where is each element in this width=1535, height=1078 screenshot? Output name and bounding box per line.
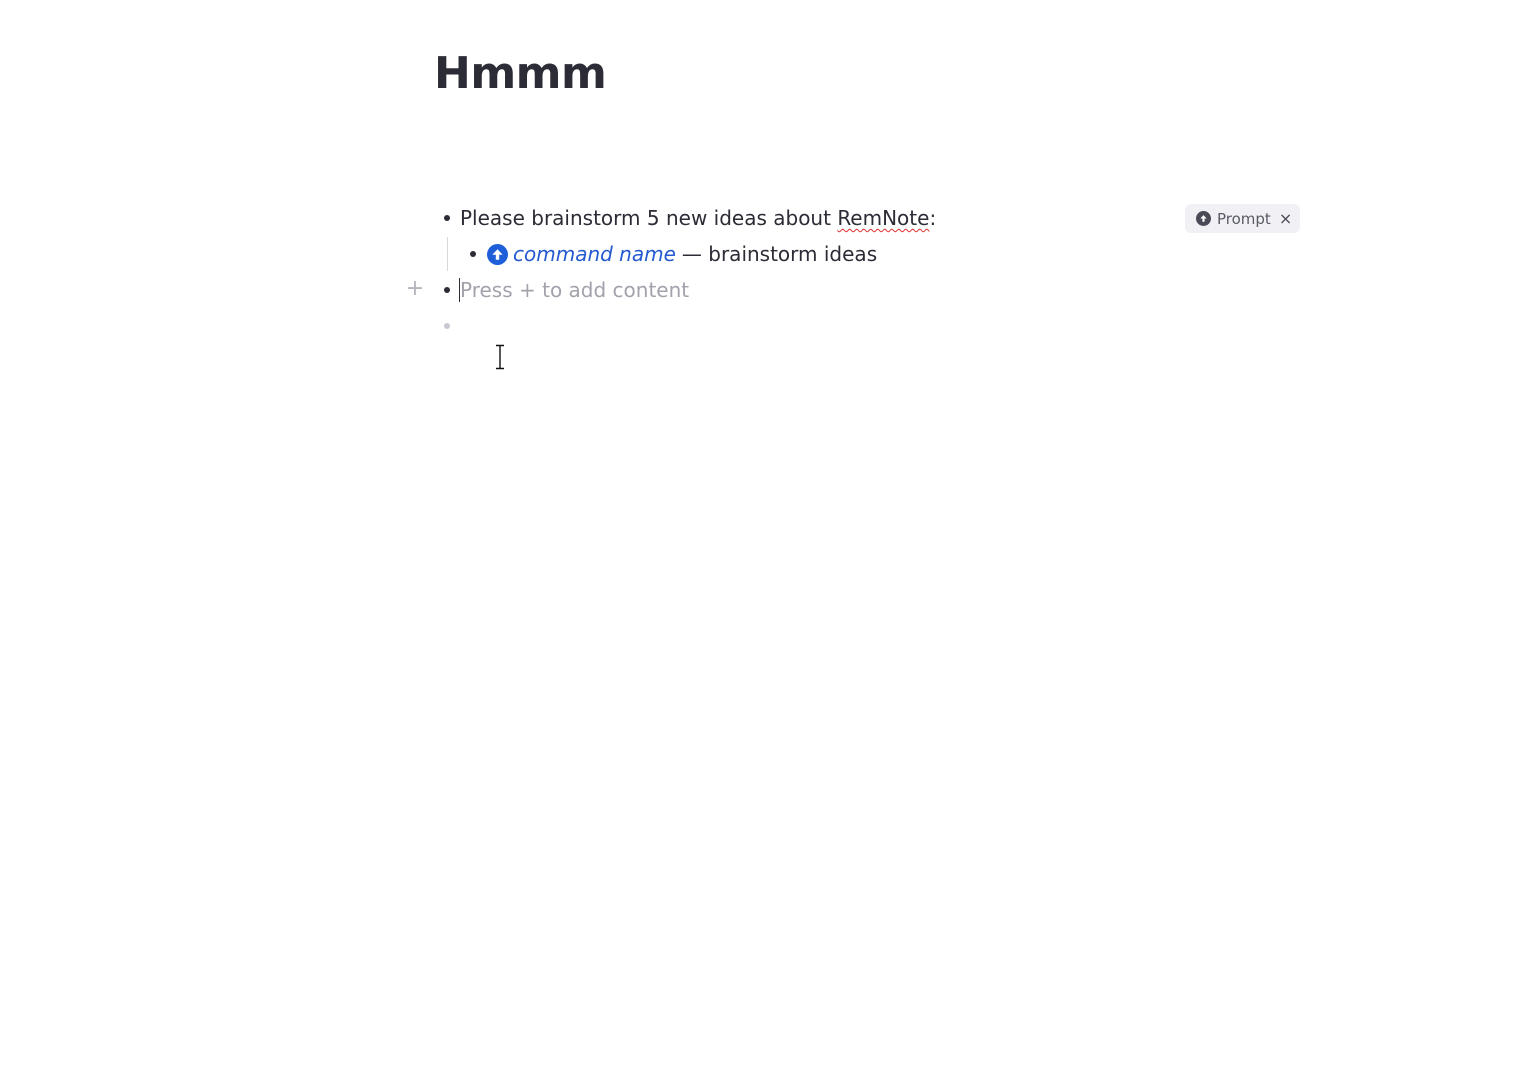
- rem-placeholder[interactable]: Press + to add content: [460, 278, 689, 302]
- bullet[interactable]: [444, 215, 450, 221]
- close-icon[interactable]: ×: [1279, 209, 1292, 228]
- arrow-up-circle-icon: [1196, 211, 1211, 226]
- bullet[interactable]: [444, 287, 450, 293]
- command-description: — brainstorm ideas: [681, 242, 878, 266]
- text-cursor-icon: [496, 344, 504, 370]
- rem-prompt[interactable]: Please brainstorm 5 new ideas about RemN…: [460, 200, 936, 236]
- rem-command[interactable]: command name — brainstorm ideas: [487, 236, 877, 272]
- bullet[interactable]: [470, 251, 476, 257]
- document-page: Hmmm Please brainstorm 5 new ideas about…: [0, 0, 1535, 1078]
- document-title[interactable]: Hmmm: [434, 44, 607, 104]
- add-content-button[interactable]: +: [405, 277, 425, 301]
- prompt-tag-label: Prompt: [1217, 209, 1271, 228]
- command-name[interactable]: command name: [513, 242, 676, 266]
- misspelled-word[interactable]: RemNote: [837, 206, 929, 230]
- bullet-empty[interactable]: [444, 323, 450, 329]
- arrow-up-circle-icon: [487, 243, 508, 265]
- rem-empty[interactable]: Press + to add content: [460, 272, 689, 308]
- text-caret: [459, 278, 460, 302]
- prompt-tag[interactable]: Prompt ×: [1185, 204, 1301, 233]
- indent-guide[interactable]: [447, 237, 448, 271]
- rem-text[interactable]: Please brainstorm 5 new ideas about RemN…: [460, 206, 936, 230]
